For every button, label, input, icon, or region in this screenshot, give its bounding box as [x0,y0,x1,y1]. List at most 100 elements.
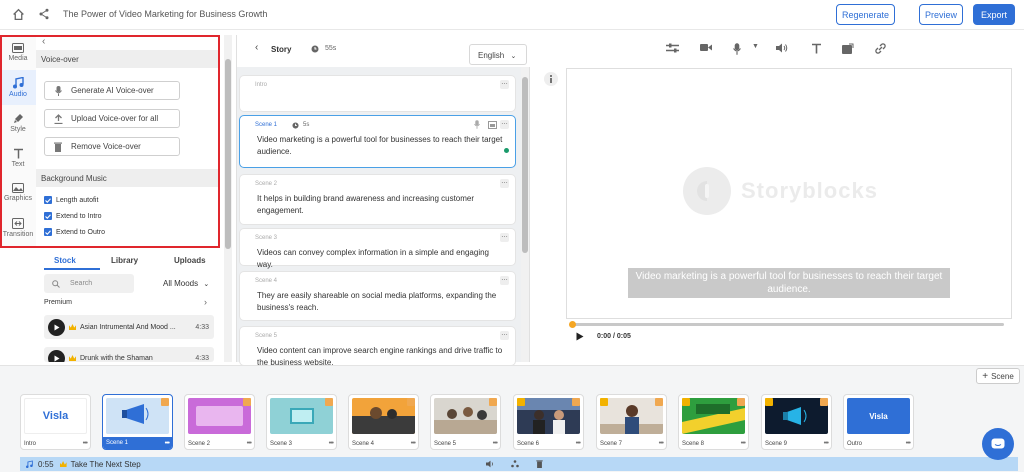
chevron-right-icon[interactable]: › [204,297,207,307]
volume-icon[interactable] [486,460,495,468]
highlight-box [0,35,220,248]
left-panel-scrollbar[interactable] [224,35,232,362]
video-preview[interactable]: Storyblocks Video marketing is a powerfu… [566,68,1012,319]
audio-settings-icon[interactable] [511,460,519,468]
scene-card[interactable]: Scene 1 5s … Video marketing is a powerf… [239,115,516,168]
story-scroll-thumb[interactable] [522,77,528,253]
voice-microphone-icon[interactable] [733,43,741,55]
scene-text[interactable]: Videos can convey complex information in… [257,247,507,271]
timeline-thumb-scene-5[interactable]: Scene 5 ••• [430,394,501,450]
more-options-icon[interactable]: … [500,178,509,188]
more-options-icon[interactable]: … [500,232,509,242]
video-camera-icon[interactable] [700,43,712,52]
language-select[interactable]: English ⌄ [469,44,527,65]
more-options-icon[interactable]: ••• [741,440,746,447]
chat-support-button[interactable] [982,428,1014,460]
chat-icon [991,438,1005,448]
more-options-icon[interactable]: … [500,330,509,340]
more-options-icon[interactable]: … [500,275,509,285]
music-track[interactable]: Drunk with the Shaman 4:33 [44,347,214,362]
tab-uploads[interactable]: Uploads [174,256,206,265]
preview-caption: Video marketing is a powerful tool for b… [628,268,950,298]
more-options-icon[interactable]: ••• [411,440,416,447]
mood-select[interactable]: All Moods ⌄ [163,279,209,288]
scene-card[interactable]: Scene 3 … Videos can convey complex info… [239,228,516,269]
more-options-icon[interactable]: ••• [906,440,911,447]
video-progress-bar[interactable] [569,321,1004,328]
music-track[interactable]: Asian Intrumental And Mood ... 4:33 [44,315,214,339]
intro-thumbnail: Visla [24,398,87,434]
adjust-icon[interactable] [666,43,679,53]
play-icon[interactable] [576,332,584,341]
export-button[interactable]: Export [973,4,1015,25]
image-edit-icon[interactable] [842,43,854,54]
language-value: English [478,51,505,60]
more-options-icon[interactable]: ••• [329,440,334,447]
more-options-icon[interactable]: ••• [824,440,829,447]
premium-badge [407,398,415,406]
thumb-name: Scene 7 [600,441,623,447]
search-icon [52,279,60,288]
timeline-thumb-scene-9[interactable]: Scene 9 ••• [761,394,832,450]
preview-button[interactable]: Preview [919,4,963,25]
scene-card[interactable]: Scene 2 … It helps in building brand awa… [239,174,516,225]
timeline-thumb-scene-7[interactable]: Scene 7 ••• [596,394,667,450]
back-chevron-icon[interactable]: ‹ [255,42,258,53]
more-options-icon[interactable]: ••• [576,440,581,447]
intro-card[interactable]: Intro … [239,75,516,112]
chevron-down-icon[interactable]: ▼ [752,43,759,50]
microphone-icon[interactable] [474,120,480,129]
scene-thumbnail [434,398,497,434]
home-icon[interactable] [12,8,25,21]
timeline-thumb-scene-1[interactable]: Scene 1 ••• [102,394,173,450]
trash-icon[interactable] [536,460,543,468]
progress-handle[interactable] [569,321,576,328]
scene-text[interactable]: Video marketing is a powerful tool for b… [257,134,507,158]
background-audio-bar[interactable]: 0:55 Take The Next Step [20,457,1018,471]
timeline-thumb-scene-8[interactable]: Scene 8 ••• [678,394,749,450]
scene-text[interactable]: Video content can improve search engine … [257,345,507,365]
scene-text[interactable]: It helps in building brand awareness and… [257,193,507,217]
timeline-thumb-scene-2[interactable]: Scene 2 ••• [184,394,255,450]
more-options-icon[interactable]: ••• [83,440,88,447]
more-options-icon[interactable]: … [500,119,509,129]
scene-label: Scene 5 [255,333,278,339]
scene-card[interactable]: Scene 4 … They are easily shareable on s… [239,271,516,321]
music-search-input[interactable]: Search [44,274,134,293]
share-icon[interactable] [38,8,50,20]
timeline-thumb-intro[interactable]: Visla Intro ••• [20,394,91,450]
premium-badge [161,398,169,406]
more-options-icon[interactable]: … [500,79,509,89]
info-icon[interactable] [544,72,558,86]
thumb-name: Scene 6 [517,441,540,447]
link-icon[interactable] [875,43,886,54]
story-scrollbar[interactable] [521,67,529,362]
left-panel-scroll-thumb[interactable] [225,59,231,249]
play-icon[interactable] [48,318,65,336]
timeline-thumb-outro[interactable]: Visla Outro ••• [843,394,914,450]
volume-icon[interactable] [776,43,788,53]
scene-thumbnail [600,398,663,434]
tab-stock[interactable]: Stock [54,256,76,265]
music-note-icon [26,459,33,469]
scene-thumbnail [270,398,333,434]
timeline-thumb-scene-6[interactable]: Scene 6 ••• [513,394,584,450]
add-scene-button[interactable]: + Scene [976,368,1020,384]
more-options-icon[interactable]: ••• [165,440,170,447]
more-options-icon[interactable]: ••• [247,440,252,447]
more-options-icon[interactable]: ••• [493,440,498,447]
active-tab-indicator [44,268,100,270]
more-options-icon[interactable]: ••• [659,440,664,447]
regenerate-button[interactable]: Regenerate [836,4,895,25]
tab-library[interactable]: Library [111,256,138,265]
timeline-thumb-scene-3[interactable]: Scene 3 ••• [266,394,337,450]
scene-label: Scene 1 [255,122,278,128]
clock-icon [311,45,319,53]
timeline-thumb-scene-4[interactable]: Scene 4 ••• [348,394,419,450]
play-icon[interactable] [48,350,65,362]
media-swap-icon[interactable] [488,121,497,129]
scene-text[interactable]: They are easily shareable on social medi… [257,290,507,314]
text-tool-icon[interactable] [811,43,822,54]
project-title[interactable]: The Power of Video Marketing for Busines… [63,9,267,19]
scene-card[interactable]: Scene 5 … Video content can improve sear… [239,326,516,366]
